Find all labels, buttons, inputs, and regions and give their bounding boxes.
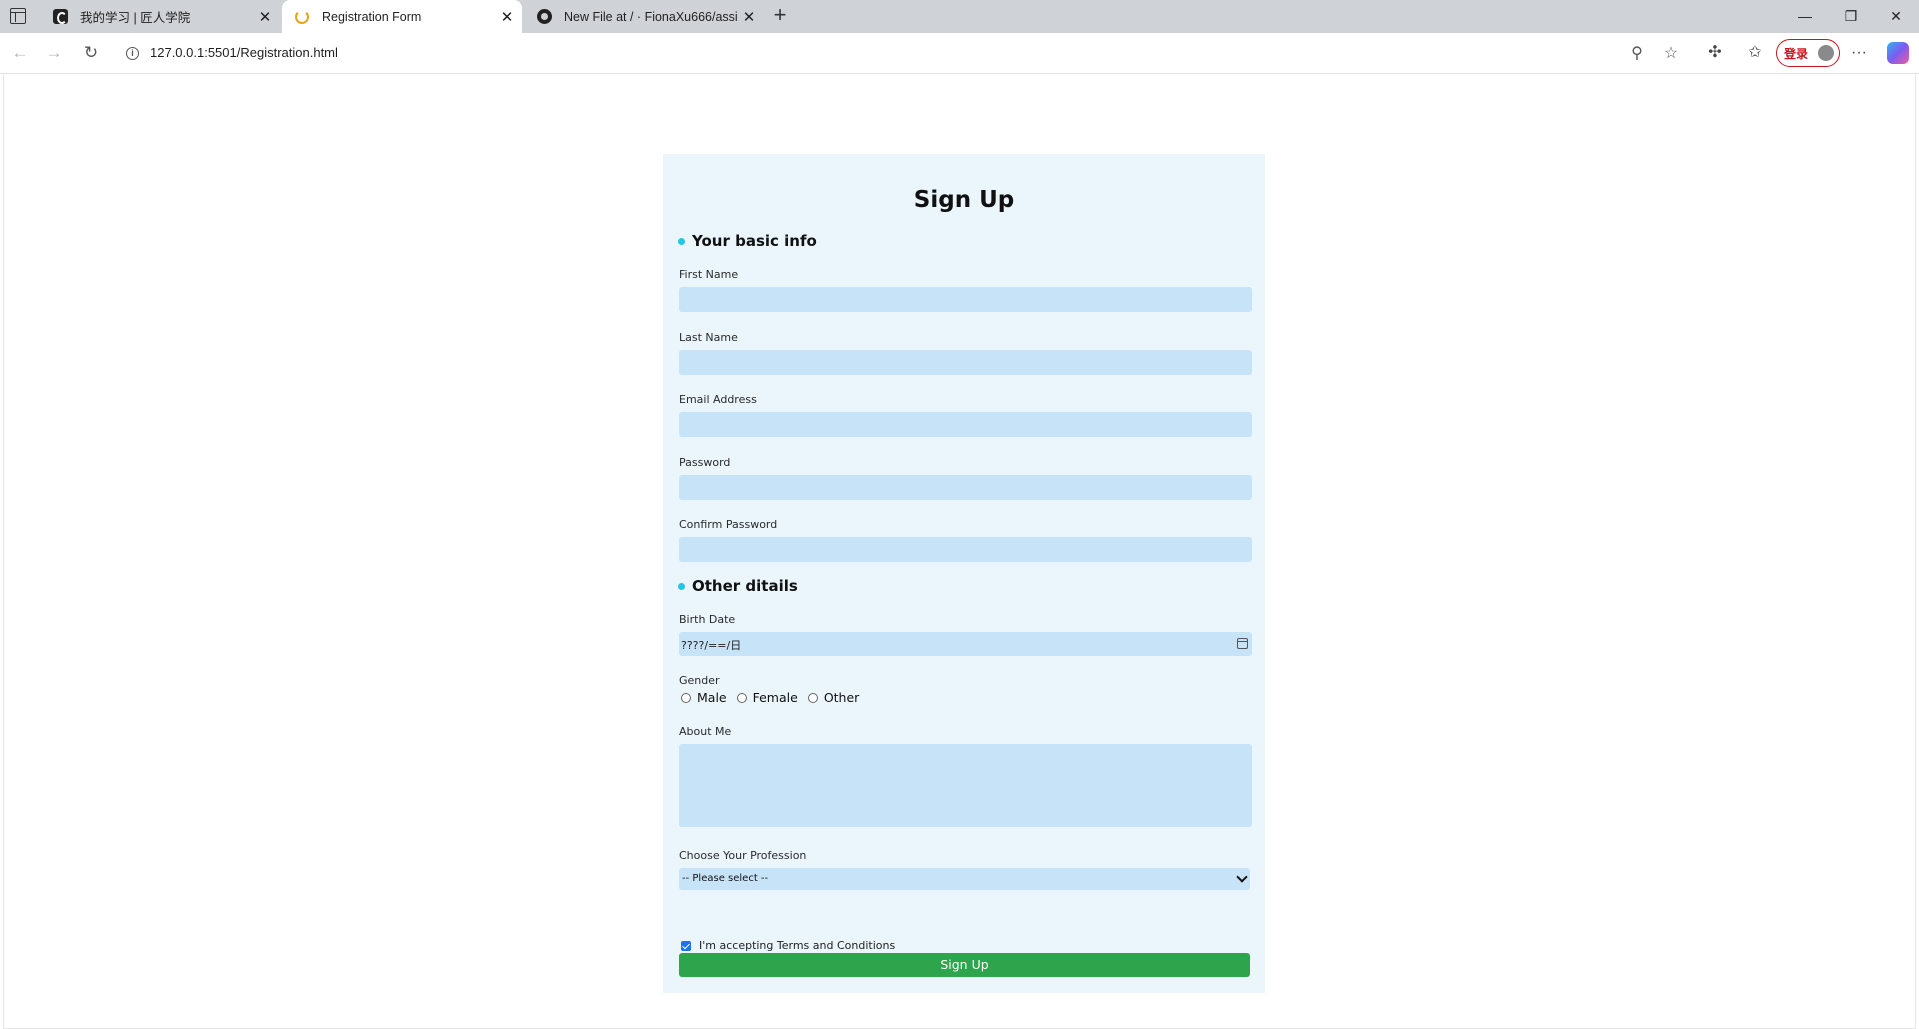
bullet-icon bbox=[678, 582, 685, 590]
first-name-field[interactable] bbox=[679, 287, 1252, 312]
bullet-icon bbox=[678, 237, 685, 245]
address-bar[interactable]: i 127.0.0.1:5501/Registration.html ⚲ ☆ bbox=[116, 37, 1693, 69]
section-heading: Your basic info bbox=[692, 232, 817, 250]
loading-ring-icon bbox=[294, 9, 310, 25]
profession-select[interactable]: -- Please select -- bbox=[679, 868, 1250, 890]
last-name-field[interactable] bbox=[679, 350, 1252, 375]
registration-form: Sign Up Your basic info First Name Last … bbox=[663, 154, 1265, 993]
url-text[interactable]: 127.0.0.1:5501/Registration.html bbox=[150, 45, 338, 60]
gender-option-label: Female bbox=[752, 690, 798, 705]
gender-radio-other[interactable] bbox=[807, 692, 818, 703]
terms-checkbox[interactable] bbox=[681, 940, 691, 951]
profession-selected-value: -- Please select -- bbox=[682, 873, 769, 884]
github-icon bbox=[536, 9, 552, 25]
page-title: Sign Up bbox=[913, 187, 1015, 213]
tab-github[interactable]: New File at / · FionaXu666/assing ✕ bbox=[524, 0, 764, 33]
tab-title: 我的学习 | 匠人学院 bbox=[80, 11, 191, 25]
window-close-button[interactable]: ✕ bbox=[1873, 0, 1919, 33]
section-basic-info: Your basic info bbox=[678, 232, 817, 250]
copilot-icon[interactable] bbox=[1887, 42, 1909, 64]
confirm-password-field[interactable] bbox=[679, 537, 1252, 562]
tab-registration-form[interactable]: Registration Form ✕ bbox=[282, 0, 522, 33]
password-label: Password bbox=[679, 456, 731, 469]
gender-radio-female[interactable] bbox=[736, 692, 747, 703]
favorites-icon[interactable]: ✩ bbox=[1743, 41, 1767, 65]
section-other-details: Other ditails bbox=[678, 577, 798, 595]
birth-date-label: Birth Date bbox=[679, 613, 736, 626]
birth-date-placeholder: ????/==/日 bbox=[681, 639, 742, 652]
new-tab-button[interactable]: + bbox=[768, 4, 792, 28]
favorite-star-icon[interactable]: ☆ bbox=[1660, 43, 1682, 65]
reload-icon[interactable]: ↻ bbox=[79, 41, 103, 65]
browser-toolbar: ← → ↻ i 127.0.0.1:5501/Registration.html… bbox=[0, 33, 1919, 74]
gender-radio-male[interactable] bbox=[681, 692, 691, 703]
birth-date-field[interactable]: ????/==/日 bbox=[679, 632, 1252, 656]
site-logo-icon bbox=[52, 9, 68, 25]
about-me-textarea[interactable] bbox=[679, 744, 1252, 827]
forward-arrow-icon[interactable]: → bbox=[42, 41, 66, 65]
section-heading: Other ditails bbox=[692, 577, 798, 595]
profession-label: Choose Your Profession bbox=[679, 849, 807, 862]
tab-learning[interactable]: 我的学习 | 匠人学院 ✕ bbox=[40, 0, 280, 33]
last-name-label: Last Name bbox=[679, 331, 738, 344]
gender-option-label: Male bbox=[697, 690, 727, 705]
more-menu-icon[interactable]: ··· bbox=[1847, 41, 1871, 65]
avatar bbox=[1818, 45, 1834, 61]
minimize-button[interactable]: — bbox=[1782, 0, 1828, 33]
tab-actions-icon[interactable] bbox=[10, 8, 26, 24]
sign-up-button[interactable]: Sign Up bbox=[679, 953, 1250, 977]
chevron-down-icon bbox=[1236, 871, 1248, 883]
tab-title: Registration Form bbox=[322, 9, 422, 24]
gender-label: Gender bbox=[679, 674, 720, 687]
back-arrow-icon[interactable]: ← bbox=[8, 41, 32, 65]
password-field[interactable] bbox=[679, 475, 1252, 500]
about-me-label: About Me bbox=[679, 725, 732, 738]
email-label: Email Address bbox=[679, 393, 757, 406]
gender-option-label: Other bbox=[823, 690, 860, 705]
email-field[interactable] bbox=[679, 412, 1252, 437]
gender-radio-group: Male Female Other bbox=[681, 690, 869, 705]
close-icon[interactable]: ✕ bbox=[254, 8, 276, 26]
tab-strip: 我的学习 | 匠人学院 ✕ Registration Form ✕ New Fi… bbox=[0, 0, 1919, 33]
login-label: 登录 bbox=[1784, 46, 1809, 61]
terms-label: I'm accepting Terms and Conditions bbox=[699, 939, 896, 952]
extensions-icon[interactable]: ✣ bbox=[1703, 41, 1727, 65]
restore-button[interactable]: ❐ bbox=[1828, 0, 1874, 33]
close-icon[interactable]: ✕ bbox=[738, 8, 760, 26]
site-info-icon[interactable]: i bbox=[126, 47, 139, 60]
calendar-icon[interactable] bbox=[1237, 638, 1248, 649]
zoom-icon[interactable]: ⚲ bbox=[1626, 43, 1648, 65]
terms-row: I'm accepting Terms and Conditions bbox=[681, 939, 895, 952]
close-icon[interactable]: ✕ bbox=[496, 8, 518, 26]
page-viewport: Sign Up Your basic info First Name Last … bbox=[3, 74, 1916, 1029]
login-button[interactable]: 登录 bbox=[1776, 39, 1840, 67]
first-name-label: First Name bbox=[679, 268, 739, 281]
tab-title: New File at / · FionaXu666/assing bbox=[564, 9, 738, 24]
confirm-password-label: Confirm Password bbox=[679, 518, 778, 531]
